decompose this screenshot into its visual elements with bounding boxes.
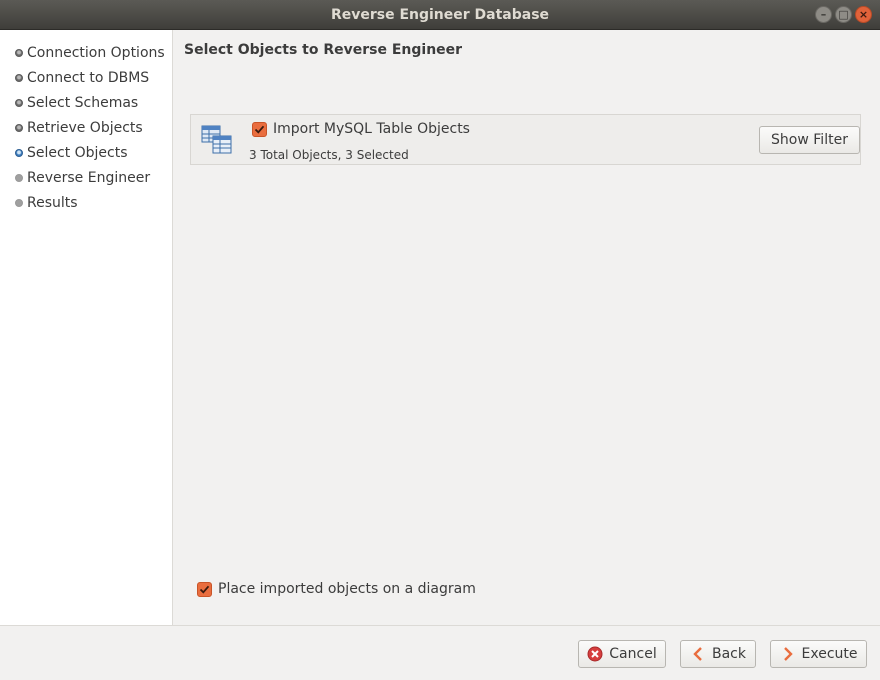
step-reverse-engineer: Reverse Engineer: [0, 165, 172, 190]
step-pending-icon: [15, 198, 23, 207]
table-objects-icon: [201, 125, 232, 154]
step-label: Reverse Engineer: [27, 169, 151, 186]
step-connect-to-dbms: Connect to DBMS: [0, 65, 172, 90]
step-retrieve-objects: Retrieve Objects: [0, 115, 172, 140]
cancel-label: Cancel: [609, 646, 657, 662]
import-tables-option: Import MySQL Table Objects: [252, 121, 470, 137]
step-active-icon: [15, 148, 23, 157]
step-results: Results: [0, 190, 172, 215]
step-label: Select Objects: [27, 144, 128, 161]
checkmark-icon: [199, 585, 210, 594]
step-connection-options: Connection Options: [0, 40, 172, 65]
step-label: Connect to DBMS: [27, 69, 150, 86]
step-pending-icon: [15, 173, 23, 182]
step-done-icon: [15, 73, 23, 82]
step-select-objects: Select Objects: [0, 140, 172, 165]
dialog-footer: Cancel Back Execute: [0, 625, 880, 680]
import-tables-checkbox[interactable]: [252, 121, 267, 137]
step-label: Results: [27, 194, 78, 211]
execute-label: Execute: [801, 646, 858, 662]
step-label: Connection Options: [27, 44, 165, 61]
step-label: Retrieve Objects: [27, 119, 143, 136]
place-on-diagram-label[interactable]: Place imported objects on a diagram: [218, 581, 476, 597]
maximize-button[interactable]: □: [835, 6, 852, 23]
step-done-icon: [15, 48, 23, 57]
objects-summary: 3 Total Objects, 3 Selected: [249, 148, 409, 162]
import-tables-label[interactable]: Import MySQL Table Objects: [273, 121, 470, 137]
execute-button[interactable]: Execute: [770, 640, 867, 668]
window-titlebar: Reverse Engineer Database – □ ×: [0, 0, 880, 30]
page-title: Select Objects to Reverse Engineer: [184, 42, 463, 58]
cancel-icon: [587, 646, 603, 662]
checkmark-icon: [254, 125, 265, 134]
back-label: Back: [712, 646, 746, 662]
window-controls: – □ ×: [815, 6, 872, 23]
window-title: Reverse Engineer Database: [330, 6, 550, 23]
chevron-right-icon: [783, 647, 793, 661]
place-on-diagram-checkbox[interactable]: [197, 581, 212, 597]
wizard-steps-sidebar: Connection Options Connect to DBMS Selec…: [0, 30, 173, 625]
close-button[interactable]: ×: [855, 6, 872, 23]
step-done-icon: [15, 98, 23, 107]
chevron-left-icon: [693, 647, 702, 661]
object-group-panel: Import MySQL Table Objects 3 Total Objec…: [190, 114, 861, 165]
step-select-schemas: Select Schemas: [0, 90, 172, 115]
place-on-diagram-option: Place imported objects on a diagram: [197, 581, 476, 597]
step-done-icon: [15, 123, 23, 132]
cancel-button[interactable]: Cancel: [578, 640, 666, 668]
back-button[interactable]: Back: [680, 640, 756, 668]
show-filter-button[interactable]: Show Filter: [759, 126, 860, 154]
main-content: Select Objects to Reverse Engineer Impor…: [174, 30, 880, 625]
minimize-button[interactable]: –: [815, 6, 832, 23]
step-label: Select Schemas: [27, 94, 139, 111]
